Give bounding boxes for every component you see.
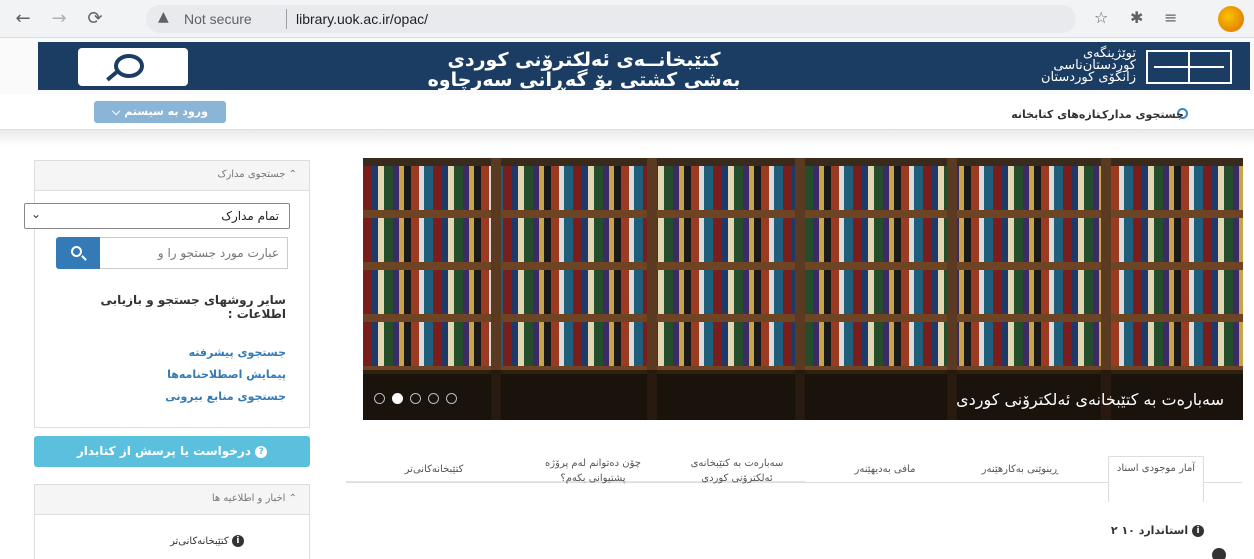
ask-librarian-label: درخواست یا پرسش از کتابدار — [76, 444, 251, 458]
profile-avatar[interactable] — [1218, 6, 1244, 32]
carousel-dot-5[interactable] — [446, 393, 457, 404]
nav-new-items[interactable]: تازه‌های کتابخانه — [1011, 108, 1100, 121]
search-button[interactable] — [56, 237, 100, 269]
carousel-dot-4[interactable] — [428, 393, 439, 404]
address-separator — [286, 9, 287, 29]
reload-icon[interactable]: ⟳ — [82, 6, 108, 32]
chevron-up-icon: ⌃ — [288, 493, 297, 504]
document-type-select[interactable]: تمام مدارک ⌄ — [24, 203, 290, 229]
search-input[interactable] — [100, 237, 288, 269]
banner-title-line2: بەشی كشتی بۆ گەڕانی سەرچاوە — [427, 69, 741, 91]
documents-stat: i استاندارد ۱۰ ۲ — [1111, 524, 1204, 537]
search-button-icon — [71, 246, 82, 257]
info-icon: i — [1192, 525, 1204, 537]
info-icon — [1212, 548, 1226, 559]
question-icon: ? — [255, 445, 268, 458]
external-search-link[interactable]: جستجوی منابع بیرونی — [165, 390, 286, 403]
search-logo-icon — [78, 48, 188, 86]
university-emblem-icon — [1146, 50, 1232, 84]
search-panel-header[interactable]: ⌃ جستجوی مدارک — [35, 161, 309, 191]
university-line3: زانكۆی كوردستان — [1040, 70, 1136, 85]
news-item[interactable]: i كتێبخانەكانی‌تر — [170, 535, 244, 547]
browser-toolbar: ← → ⟳ ▲ Not secure library.uok.ac.ir/opa… — [0, 0, 1254, 38]
header-shadow — [0, 130, 1254, 146]
nav-search-docs[interactable]: جستجوی مدارک — [1097, 108, 1184, 121]
url-text[interactable]: library.uok.ac.ir/opac/ — [296, 11, 428, 27]
search-panel-title: جستجوی مدارک — [217, 169, 286, 180]
advanced-search-link[interactable]: جستجوی پیشرفته — [189, 346, 286, 359]
tab-user-guide[interactable]: ڕینوێنی بەكارهێنەر — [960, 462, 1080, 477]
news-item-label: كتێبخانەكانی‌تر — [170, 536, 229, 547]
news-panel: ⌃ اخبار و اطلاعیه ها — [34, 484, 310, 559]
star-icon[interactable]: ☆ — [1094, 8, 1108, 27]
chevron-up-icon: ⌃ — [288, 169, 297, 180]
security-label: Not secure — [184, 11, 252, 27]
login-button[interactable]: ورود به سیستم ⌵ — [94, 101, 226, 123]
carousel-dot-3[interactable] — [410, 393, 421, 404]
carousel-dot-2[interactable] — [392, 393, 403, 404]
select-value: تمام مدارک — [221, 209, 279, 223]
documents-stat-label: استاندارد ۱۰ ۲ — [1110, 524, 1189, 537]
carousel-caption: سەبارەت بە كتێبخانەی ئەلكترۆنی كوردی — [956, 390, 1224, 409]
warning-icon: ▲ — [158, 9, 169, 25]
chevron-down-icon: ⌄ — [31, 207, 42, 221]
tab-copyright[interactable]: مافی بەدیهێنەر — [830, 462, 940, 477]
university-name: توێژینگەی كوردستان‌ناسی زانكۆی كوردستان — [896, 47, 1136, 85]
extensions-icon[interactable]: ✱ — [1130, 8, 1143, 27]
thesaurus-link[interactable]: پیمایش اصطلاحنامه‌ها — [167, 368, 286, 381]
forward-icon[interactable]: → — [46, 6, 72, 32]
ask-librarian-button[interactable]: ? درخواست یا پرسش از کتابدار — [34, 436, 310, 467]
other-methods-label: سایر روشهای جستجو و بازیابی اطلاعات : — [100, 293, 286, 321]
tab-other-libraries[interactable]: كتێبخانەكانی‌تر — [370, 462, 498, 477]
carousel-dot-1[interactable] — [374, 393, 385, 404]
news-panel-header[interactable]: ⌃ اخبار و اطلاعیه ها — [35, 485, 309, 515]
address-bar[interactable]: ▲ Not secure library.uok.ac.ir/opac/ — [146, 5, 1076, 33]
banner-title-line1: كتێبخانــەی ئەلكترۆنی كوردی — [447, 49, 721, 71]
tab-about-library[interactable]: سەبارەت بە كتێبخانەی ئەلكترۆنی كوردی — [684, 456, 790, 486]
banner-title: كتێبخانــەی ئەلكترۆنی كوردی بەشی كشتی بۆ… — [324, 50, 844, 90]
news-panel-title: اخبار و اطلاعیه ها — [211, 493, 286, 504]
back-icon[interactable]: ← — [10, 6, 36, 32]
tab-inventory-stats[interactable]: آمار موجودی اسناد — [1108, 456, 1204, 502]
tab-support-project[interactable]: چۆن دەتوانم لەم پرۆژە پشتیوانی بكەم؟ — [530, 456, 656, 486]
info-icon: i — [231, 535, 244, 547]
reading-list-icon[interactable]: ≡ — [1164, 8, 1177, 27]
login-label: ورود به سیستم — [124, 105, 208, 118]
